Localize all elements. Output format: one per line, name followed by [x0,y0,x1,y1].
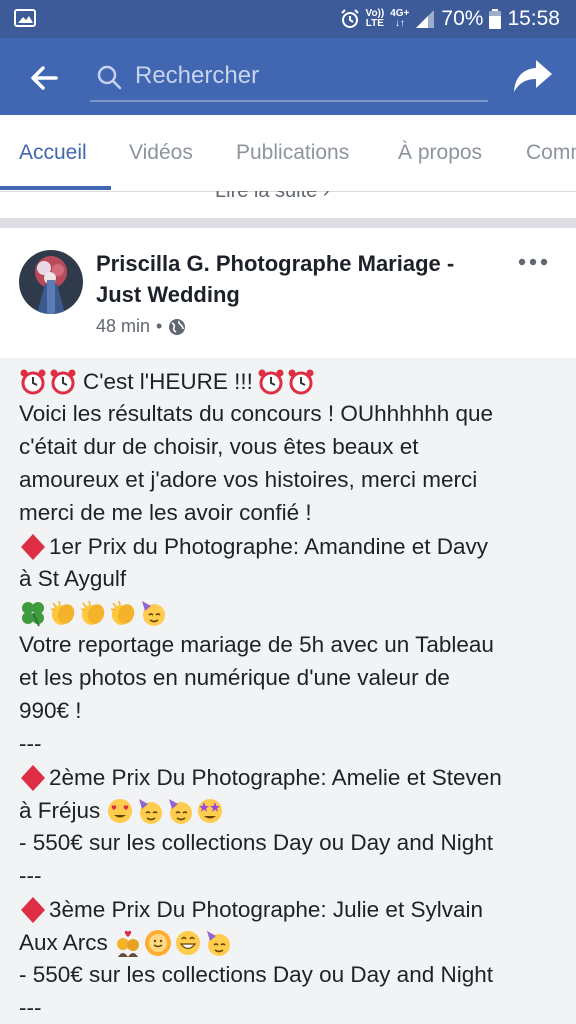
post-line: à St Aygulf [19,566,127,591]
sun-face-icon [144,929,172,957]
alarm-icon [340,9,359,28]
post-line: - 550€ sur les collections Day ou Day an… [19,962,493,987]
alarm-clock-icon [287,368,315,396]
globe-icon [169,318,186,335]
post-line: - 550€ sur les collections Day ou Day an… [19,830,493,855]
clapping-hands-icon [49,599,77,627]
tab-publications[interactable]: Publications [236,141,349,165]
share-icon[interactable] [510,56,554,96]
star-struck-icon [196,797,224,825]
back-arrow-icon[interactable] [26,60,62,96]
post-header: Priscilla G. Photographe Mariage - Just … [0,228,576,358]
post-line: --- [19,863,42,888]
post-author[interactable]: Priscilla G. Photographe Mariage - Just … [96,248,501,310]
feed-separator [0,218,576,228]
post-line: 3ème Prix Du Photographe: Julie et Sylva… [19,896,483,924]
volte-indicator: Vo)) LTE [365,8,385,29]
heart-eyes-icon [106,797,134,825]
tab-accueil[interactable]: Accueil [19,141,87,165]
post-line: merci de me les avoir confié ! [19,500,312,525]
tab-a-propos[interactable]: À propos [398,141,482,165]
post-line: et les photos en numérique d'une valeur … [19,665,450,690]
more-options-icon[interactable] [518,256,548,268]
partying-face-icon [204,929,232,957]
search-icon [97,65,122,90]
battery-percentage: 70% [441,7,484,30]
signal-icon [416,10,435,28]
clapping-hands-icon [109,599,137,627]
app-bar: Rechercher [0,38,576,115]
grinning-face-icon [174,929,202,957]
red-diamond-icon [19,533,47,561]
post-line: Votre reportage mariage de 5h avec un Ta… [19,632,494,657]
battery-icon [489,9,502,29]
post-line: 1er Prix du Photographe: Amandine et Dav… [19,533,488,561]
active-tab-indicator [0,186,111,190]
alarm-clock-icon [257,368,285,396]
partying-face-icon [136,797,164,825]
four-leaf-clover-icon [19,599,47,627]
couple-with-heart-icon [114,929,142,957]
post-body: C'est l'HEURE !!! Voici les résultats du… [0,358,576,1024]
post-line: Voici les résultats du concours ! OUhhhh… [19,401,494,426]
page-tabs: Accueil Vidéos Publications À propos Com… [0,115,576,192]
alarm-clock-icon [49,368,77,396]
post-line: amoureux et j'adore vos histoires, merci… [19,467,478,492]
meta-dot: • [156,316,163,336]
post-text: C'est l'HEURE !!! [83,369,253,394]
post-line: c'était dur de choisir, vous êtes beaux … [19,434,419,459]
clock: 15:58 [507,7,560,30]
tab-videos[interactable]: Vidéos [129,141,193,165]
alarm-clock-icon [19,368,47,396]
post-line: --- [19,995,42,1020]
avatar[interactable] [19,250,83,314]
red-diamond-icon [19,764,47,792]
post-line: à Fréjus [19,797,226,825]
partying-face-icon [139,599,167,627]
search-placeholder: Rechercher [135,62,260,89]
clapping-hands-icon [79,599,107,627]
partying-face-icon [166,797,194,825]
tab-communaute[interactable]: Comm [526,141,576,165]
search-bar[interactable]: Rechercher [90,54,488,102]
post-emoji-line [19,599,169,627]
post-line: --- [19,731,42,756]
post-line: Aux Arcs [19,929,234,957]
post-line: 2ème Prix Du Photographe: Amelie et Stev… [19,764,502,792]
post-line: C'est l'HEURE !!! [19,368,317,396]
image-notification-icon [14,9,36,27]
post-line: 990€ ! [19,698,82,723]
network-type: 4G+ ↓↑ [390,8,410,29]
status-bar: Vo)) LTE 4G+ ↓↑ 70% 15:58 [0,0,576,38]
post-time[interactable]: 48 min [96,316,150,337]
red-diamond-icon [19,896,47,924]
post-meta: 48 min • [96,316,186,337]
